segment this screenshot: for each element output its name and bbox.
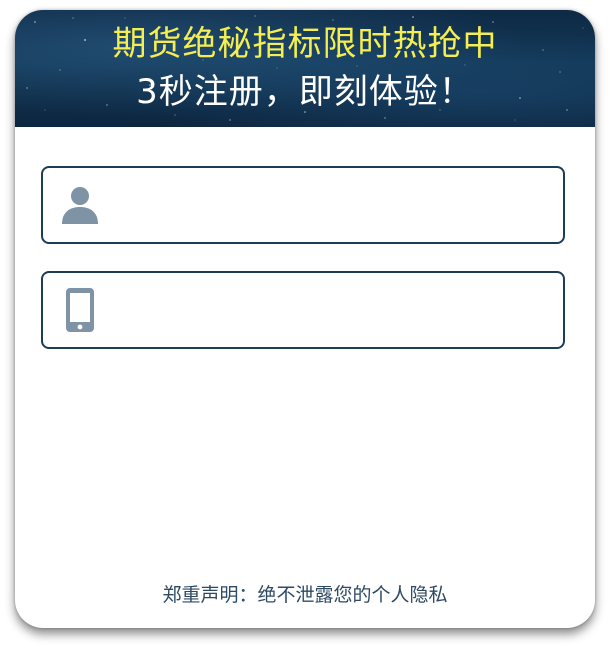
privacy-disclaimer: 郑重声明：绝不泄露您的个人隐私: [162, 584, 448, 606]
mobile-phone-icon: [65, 287, 95, 333]
name-field[interactable]: [41, 166, 565, 244]
banner-title: 期货绝秘指标限时热抢中: [112, 24, 498, 64]
promo-banner: 期货绝秘指标限时热抢中 3秒注册，即刻体验！: [15, 10, 595, 127]
banner-subtitle: 3秒注册，即刻体验！: [136, 72, 474, 112]
phone-input[interactable]: [115, 273, 559, 349]
name-input[interactable]: [115, 168, 559, 244]
phone-field[interactable]: [41, 271, 565, 349]
user-icon: [60, 185, 100, 225]
registration-card: 期货绝秘指标限时热抢中 3秒注册，即刻体验！ 郑重声明：绝不泄露您的个人隐私: [15, 10, 595, 628]
